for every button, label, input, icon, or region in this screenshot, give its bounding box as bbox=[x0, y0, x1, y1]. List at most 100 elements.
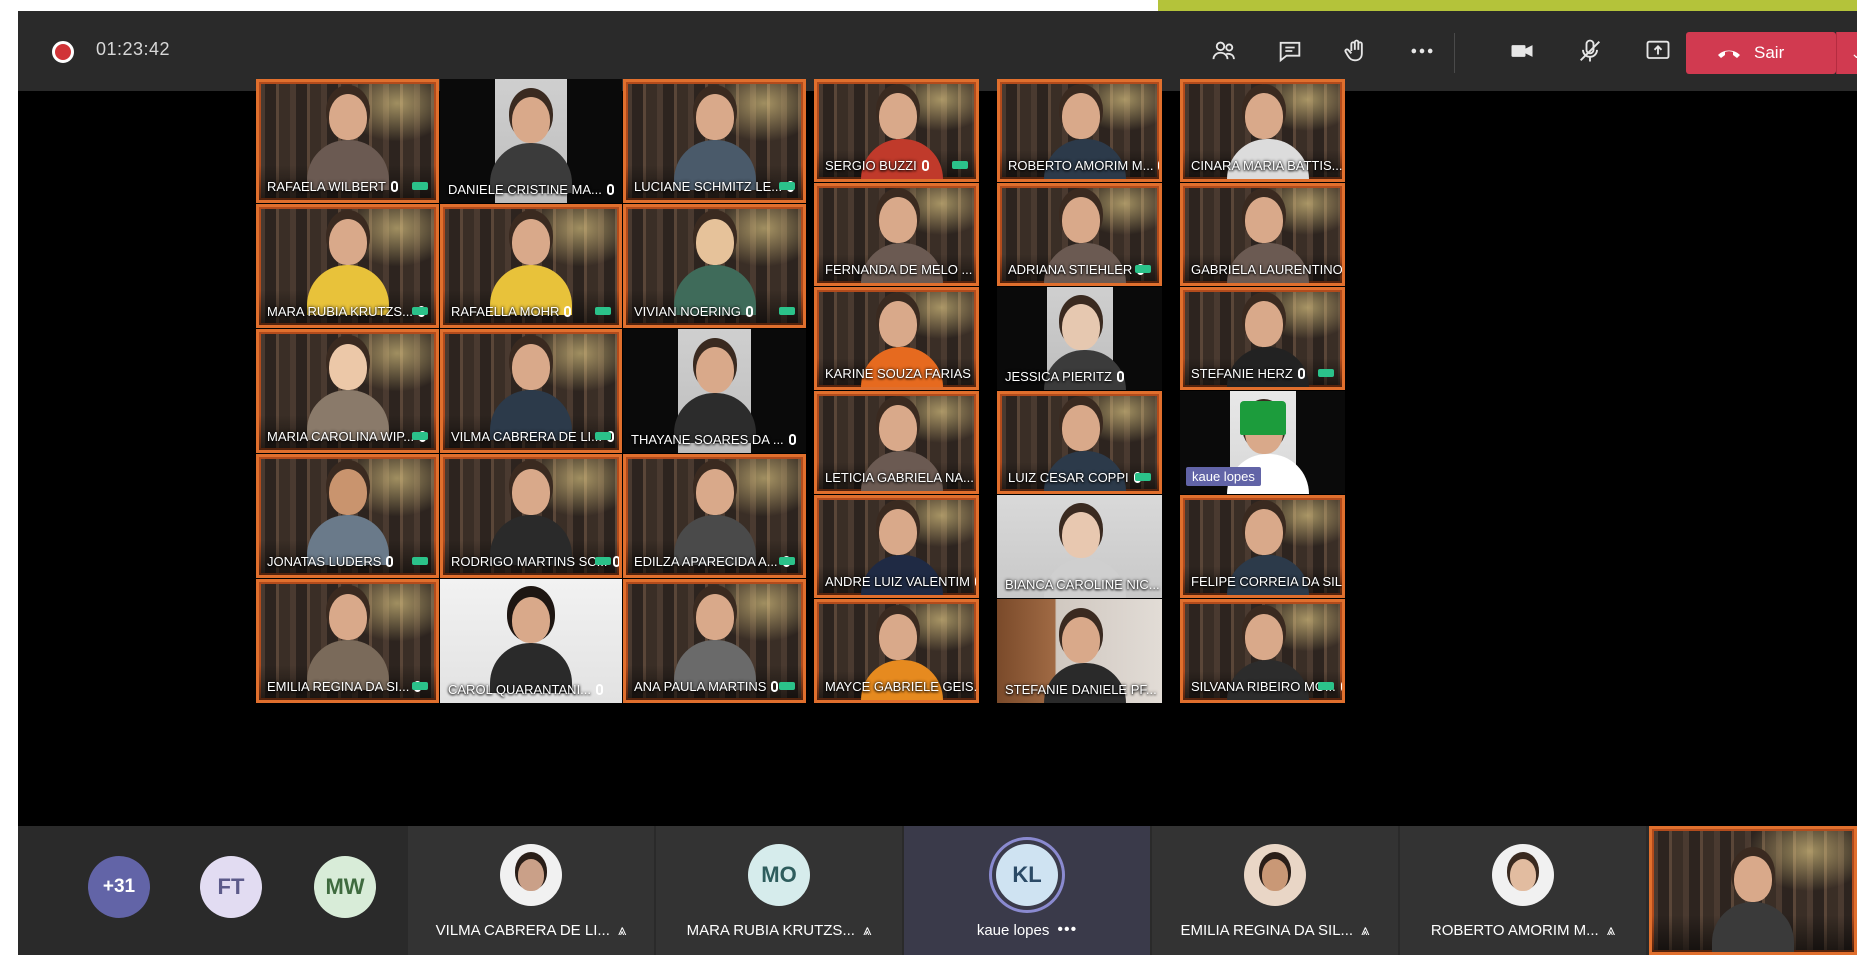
participant-name: JONATAS LUDERS bbox=[267, 554, 382, 569]
participant-video bbox=[303, 88, 393, 190]
leave-options-chevron-icon[interactable]: ⌄ bbox=[1836, 32, 1857, 74]
participant-video bbox=[303, 213, 393, 315]
video-tile[interactable]: JESSICA PIERITZ bbox=[997, 287, 1162, 390]
video-tile[interactable]: LUIZ CESAR COPPI bbox=[997, 391, 1162, 494]
avatar-photo bbox=[518, 859, 544, 891]
overflow-participants-button[interactable]: +31 bbox=[88, 856, 150, 918]
leave-button-label: Sair bbox=[1754, 43, 1785, 62]
video-tile[interactable]: kaue lopes bbox=[1180, 391, 1345, 494]
participant-panel[interactable]: ROBERTO AMORIM M... ⩓ bbox=[1400, 826, 1646, 955]
overflow-count: +31 bbox=[102, 876, 136, 897]
participant-name: RODRIGO MARTINS SC... bbox=[451, 554, 608, 569]
camera-icon[interactable] bbox=[1502, 33, 1542, 69]
meeting-window: 01:23:42 Sair ⌄ RAFAELA WILBERT DANIELE … bbox=[18, 11, 1857, 955]
avatar-initials: MO bbox=[761, 862, 797, 887]
video-tile[interactable]: MARA RUBIA KRUTZS... bbox=[256, 204, 439, 328]
mic-off-icon: ⩓ bbox=[1361, 922, 1370, 939]
participant-name: CAROL QUARANTANI... bbox=[448, 682, 592, 697]
avatar-initials: KL bbox=[1012, 862, 1042, 887]
mic-off-icon[interactable] bbox=[1570, 33, 1610, 69]
video-tile[interactable]: SILVANA RIBEIRO MO... bbox=[1180, 599, 1345, 703]
participant-video bbox=[1708, 850, 1798, 952]
video-tile[interactable]: VILMA CABRERA DE LI... bbox=[440, 329, 622, 453]
participant-name: BIANCA CAROLINE NIC... bbox=[1005, 577, 1160, 592]
video-tile[interactable]: ANDRE LUIZ VALENTIM bbox=[814, 495, 979, 598]
video-tile[interactable]: KARINE SOUZA FARIAS bbox=[814, 287, 979, 390]
participant-name: RAFAELLA MOHR bbox=[451, 304, 560, 319]
mic-icon bbox=[921, 160, 929, 171]
participant-video bbox=[486, 463, 576, 565]
video-tile[interactable]: RAFAELA WILBERT bbox=[256, 79, 439, 203]
participant-video bbox=[1040, 191, 1126, 283]
participant-video bbox=[303, 588, 393, 690]
raise-hand-icon[interactable] bbox=[1336, 33, 1376, 69]
participant-video bbox=[1040, 399, 1126, 491]
participant-video bbox=[1223, 608, 1309, 700]
video-tile[interactable]: ROBERTO AMORIM M... bbox=[997, 79, 1162, 182]
participant-panel[interactable]: KL kaue lopes ••• bbox=[904, 826, 1150, 955]
avatar[interactable]: FT bbox=[200, 856, 262, 918]
avatar-initials: FT bbox=[217, 874, 245, 899]
presence-indicator bbox=[595, 432, 611, 440]
presence-indicator bbox=[412, 557, 428, 565]
mic-off-icon: ⩓ bbox=[862, 922, 872, 939]
participant-panel[interactable]: EMILIA REGINA DA SIL... ⩓ bbox=[1152, 826, 1398, 955]
video-tile[interactable]: GABRIELA LAURENTINO bbox=[1180, 183, 1345, 286]
more-options-icon[interactable]: ••• bbox=[1057, 921, 1077, 939]
participant-name: KARINE SOUZA FARIAS bbox=[825, 366, 971, 381]
video-tile[interactable]: LUCIANE SCHMITZ LE... bbox=[623, 79, 806, 203]
video-tile[interactable]: STEFANIE HERZ bbox=[1180, 287, 1345, 390]
video-tile[interactable]: DANIELE CRISTINE MA... bbox=[440, 79, 622, 203]
video-tile[interactable]: FERNANDA DE MELO ... bbox=[814, 183, 979, 286]
video-tile[interactable]: MARIA CAROLINA WIP... bbox=[256, 329, 439, 453]
accent-bar bbox=[1158, 0, 1857, 11]
more-icon[interactable] bbox=[1402, 33, 1442, 69]
mic-icon bbox=[1158, 160, 1159, 171]
leave-button[interactable]: Sair bbox=[1686, 32, 1836, 74]
video-tile[interactable]: CINARA MARIA BATTIS... bbox=[1180, 79, 1345, 182]
participant-name: MAYCE GABRIELE GEIS... bbox=[825, 679, 979, 694]
presence-indicator bbox=[595, 557, 611, 565]
video-tile[interactable]: CAROL QUARANTANI... bbox=[440, 579, 622, 703]
participant-name: ANDRE LUIZ VALENTIM bbox=[825, 574, 970, 589]
mic-icon bbox=[977, 264, 979, 275]
participant-panel[interactable]: VILMA CABRERA DE LI... ⩓ bbox=[408, 826, 654, 955]
participant-video bbox=[1040, 506, 1126, 598]
avatar[interactable]: MW bbox=[314, 856, 376, 918]
video-tile[interactable]: MAYCE GABRIELE GEIS... bbox=[814, 599, 979, 703]
participant-name: VIVIAN NOERING bbox=[634, 304, 741, 319]
video-tile[interactable]: JONATAS LUDERS bbox=[256, 454, 439, 578]
video-tile[interactable]: EMILIA REGINA DA SI... bbox=[256, 579, 439, 703]
participant-name: LUIZ CESAR COPPI bbox=[1008, 470, 1129, 485]
video-tile[interactable]: RODRIGO MARTINS SC... bbox=[440, 454, 622, 578]
mic-icon bbox=[386, 556, 394, 567]
video-tile[interactable]: ANA PAULA MARTINS bbox=[623, 579, 806, 703]
avatar bbox=[500, 844, 562, 906]
presence-indicator bbox=[412, 682, 428, 690]
self-view-video[interactable] bbox=[1649, 826, 1857, 955]
people-icon[interactable] bbox=[1204, 33, 1244, 69]
mic-icon bbox=[771, 681, 779, 692]
mic-icon bbox=[975, 368, 976, 379]
video-tile[interactable]: FELIPE CORREIA DA SIL... bbox=[1180, 495, 1345, 598]
participant-name: LUCIANE SCHMITZ LE... bbox=[634, 179, 783, 194]
mic-icon bbox=[745, 306, 753, 317]
participant-name: VILMA CABRERA DE LI... bbox=[451, 429, 602, 444]
video-tile[interactable]: EDILZA APARECIDA A... bbox=[623, 454, 806, 578]
participant-video bbox=[857, 295, 943, 387]
video-tile[interactable]: SERGIO BUZZI bbox=[814, 79, 979, 182]
chat-icon[interactable] bbox=[1270, 33, 1310, 69]
video-tile[interactable]: BIANCA CAROLINE NIC... bbox=[997, 495, 1162, 598]
video-tile[interactable]: ADRIANA STIEHLER bbox=[997, 183, 1162, 286]
share-icon[interactable] bbox=[1638, 33, 1678, 69]
video-tile[interactable]: VIVIAN NOERING bbox=[623, 204, 806, 328]
video-tile[interactable]: RAFAELLA MOHR bbox=[440, 204, 622, 328]
participant-panel[interactable]: MO MARA RUBIA KRUTZS... ⩓ bbox=[656, 826, 902, 955]
video-tile[interactable]: LETICIA GABRIELA NA... bbox=[814, 391, 979, 494]
mic-off-icon: ⩓ bbox=[617, 922, 627, 939]
participant-video bbox=[670, 463, 760, 565]
participant-video bbox=[857, 608, 943, 700]
video-tile[interactable]: THAYANE SOARES DA ... bbox=[623, 329, 806, 453]
video-tile[interactable]: STEFANIE DANIELE PF... bbox=[997, 599, 1162, 703]
participant-video bbox=[1223, 295, 1309, 387]
